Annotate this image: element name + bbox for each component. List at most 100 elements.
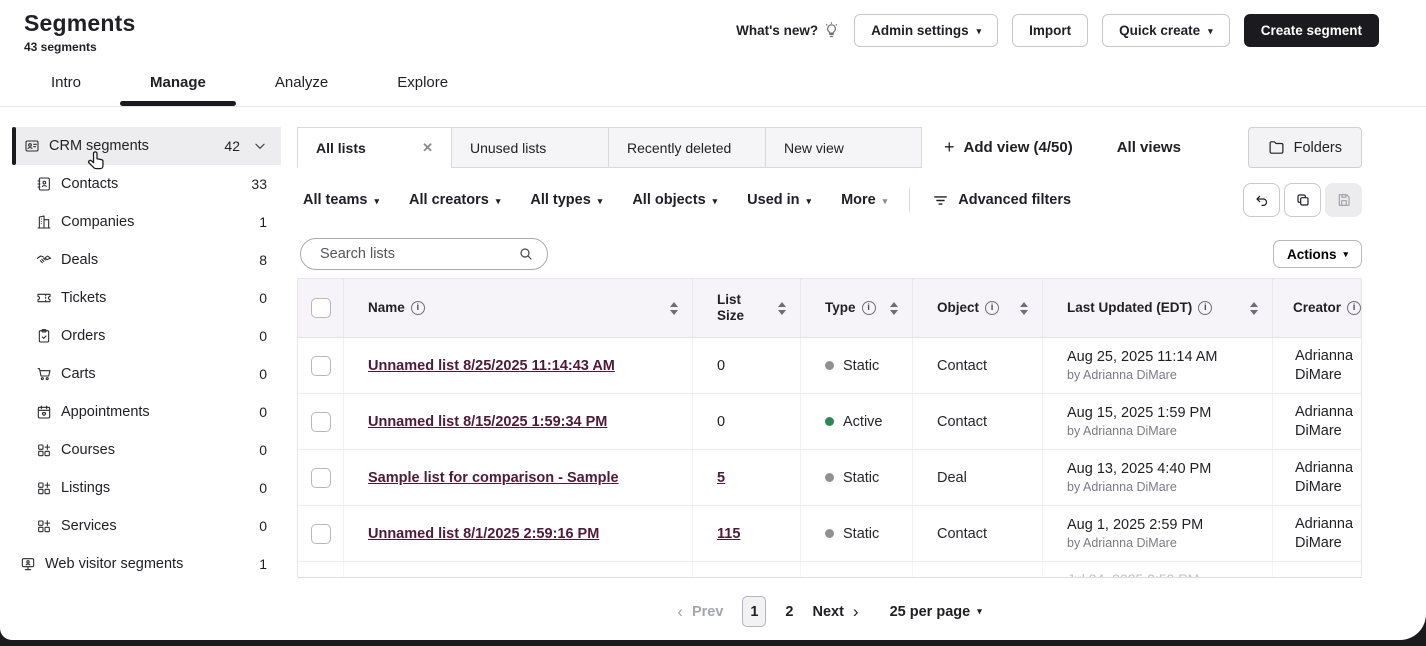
status-dot	[825, 529, 834, 538]
sidebar-item-services[interactable]: Services 0	[0, 507, 281, 545]
whats-new-link[interactable]: What's new?	[736, 22, 840, 39]
info-icon[interactable]: i	[1198, 301, 1212, 315]
admin-settings-button[interactable]: Admin settings ▾	[854, 14, 998, 47]
add-view-button[interactable]: + Add view (4/50)	[944, 127, 1073, 168]
tab-analyze[interactable]: Analyze	[269, 64, 334, 106]
next-page-button[interactable]: Next ›	[812, 603, 858, 620]
row-checkbox[interactable]	[311, 412, 331, 432]
sort-icon[interactable]	[1018, 300, 1030, 317]
prev-page-button[interactable]: ‹ Prev	[677, 603, 723, 620]
close-icon[interactable]: ✕	[422, 140, 433, 156]
table-header: Namei List Size Typei Objecti	[298, 279, 1361, 338]
sort-icon[interactable]	[888, 300, 900, 317]
save-icon	[1336, 192, 1352, 208]
tab-intro[interactable]: Intro	[45, 64, 87, 106]
info-icon[interactable]: i	[411, 301, 425, 315]
advanced-filters-button[interactable]: Advanced filters	[932, 192, 1071, 209]
content-area: CRM segments 42 Contacts 33 Companies 1 …	[0, 107, 1426, 627]
caret-down-icon: ▾	[977, 606, 982, 617]
view-tab-recently-deleted[interactable]: Recently deleted	[608, 127, 766, 168]
sidebar-item-count: 0	[259, 518, 267, 534]
list-name-link[interactable]: Sample list for comparison - Sample	[368, 470, 619, 486]
sidebar-item-count: 33	[251, 176, 267, 192]
type-label: Static	[843, 526, 879, 542]
sidebar-item-web-visitor-segments[interactable]: Web visitor segments 1	[0, 545, 281, 583]
filter-all-creators[interactable]: All creators ▾	[409, 192, 500, 208]
all-views-button[interactable]: All views	[1117, 127, 1181, 168]
folders-button[interactable]: Folders	[1248, 127, 1362, 168]
sidebar-item-count: 0	[259, 366, 267, 382]
type-label: Static	[843, 358, 879, 374]
quick-create-button[interactable]: Quick create ▾	[1102, 14, 1230, 47]
select-all-checkbox[interactable]	[311, 298, 331, 318]
sidebar-item-courses[interactable]: Courses 0	[0, 431, 281, 469]
status-dot	[825, 473, 834, 482]
filter-all-types[interactable]: All types ▾	[530, 192, 602, 208]
status-dot	[825, 417, 834, 426]
filter-all-objects[interactable]: All objects ▾	[632, 192, 717, 208]
create-segment-button[interactable]: Create segment	[1244, 14, 1379, 47]
sidebar-item-count: 0	[259, 290, 267, 306]
info-icon[interactable]: i	[862, 301, 876, 315]
sidebar-item-count: 0	[259, 328, 267, 344]
info-icon[interactable]: i	[985, 301, 999, 315]
sort-icon[interactable]	[1248, 300, 1260, 317]
sidebar-item-crm-segments[interactable]: CRM segments 42	[12, 127, 281, 165]
list-name-link[interactable]: Unnamed list 8/1/2025 2:59:16 PM	[368, 526, 599, 542]
filter-used-in[interactable]: Used in ▾	[747, 192, 811, 208]
row-checkbox[interactable]	[311, 356, 331, 376]
sidebar-item-carts[interactable]: Carts 0	[0, 355, 281, 393]
undo-button[interactable]	[1243, 183, 1280, 217]
filter-more[interactable]: More ▾	[841, 192, 887, 208]
views-row: All lists ✕ Unused lists Recently delete…	[297, 127, 1362, 168]
list-name-link[interactable]: Unnamed list 8/15/2025 1:59:34 PM	[368, 414, 607, 430]
page-2-button[interactable]: 2	[785, 604, 793, 620]
sidebar-item-tickets[interactable]: Tickets 0	[0, 279, 281, 317]
clipboard-check-icon	[36, 328, 52, 344]
search-icon	[518, 246, 534, 262]
per-page-select[interactable]: 25 per page ▾	[890, 604, 982, 620]
main-panel: All lists ✕ Unused lists Recently delete…	[281, 107, 1426, 627]
sidebar-item-label: Carts	[61, 366, 96, 382]
view-tab-all-lists[interactable]: All lists ✕	[297, 127, 452, 168]
import-button[interactable]: Import	[1012, 14, 1088, 47]
last-updated: Aug 25, 2025 11:14 AM	[1067, 349, 1218, 365]
caret-down-icon: ▾	[713, 196, 718, 207]
row-checkbox[interactable]	[311, 468, 331, 488]
list-name-link[interactable]: Unnamed list 8/25/2025 11:14:43 AM	[368, 358, 615, 374]
sidebar-item-appointments[interactable]: Appointments 0	[0, 393, 281, 431]
type-label: Static	[843, 470, 879, 486]
filter-all-teams[interactable]: All teams ▾	[303, 192, 379, 208]
filter-lines-icon	[932, 192, 949, 209]
object-label: Contact	[937, 526, 987, 542]
sidebar-item-listings[interactable]: Listings 0	[0, 469, 281, 507]
sort-icon[interactable]	[668, 300, 680, 317]
search-input[interactable]	[318, 245, 518, 263]
list-size-link[interactable]: 5	[717, 470, 725, 486]
row-checkbox[interactable]	[311, 524, 331, 544]
sidebar-item-orders[interactable]: Orders 0	[0, 317, 281, 355]
info-icon[interactable]: i	[1347, 301, 1361, 315]
tab-manage[interactable]: Manage	[144, 64, 212, 106]
column-header-object: Objecti	[913, 279, 1043, 337]
table-row: Unnamed list 8/15/2025 1:59:34 PM 0 Acti…	[298, 394, 1361, 450]
view-tab-new-view[interactable]: New view	[765, 127, 922, 168]
chevron-down-icon	[253, 139, 267, 153]
segment-count: 43 segments	[24, 40, 136, 54]
view-tab-unused-lists[interactable]: Unused lists	[451, 127, 609, 168]
list-size-link[interactable]: 115	[717, 526, 740, 542]
search-box	[300, 238, 548, 270]
sidebar-item-contacts[interactable]: Contacts 33	[0, 165, 281, 203]
sidebar-item-deals[interactable]: Deals 8	[0, 241, 281, 279]
tab-explore[interactable]: Explore	[391, 64, 454, 106]
grid-plus-icon	[36, 480, 52, 496]
page-1-button[interactable]: 1	[742, 596, 766, 627]
actions-button[interactable]: Actions ▾	[1273, 240, 1362, 268]
clone-button[interactable]	[1284, 183, 1321, 217]
column-header-name: Namei	[344, 279, 693, 337]
sidebar-item-count: 0	[259, 404, 267, 420]
sort-icon[interactable]	[776, 300, 788, 317]
column-header-last-updated: Last Updated (EDT)i	[1043, 279, 1273, 337]
sidebar-item-label: Deals	[61, 252, 98, 268]
sidebar-item-companies[interactable]: Companies 1	[0, 203, 281, 241]
